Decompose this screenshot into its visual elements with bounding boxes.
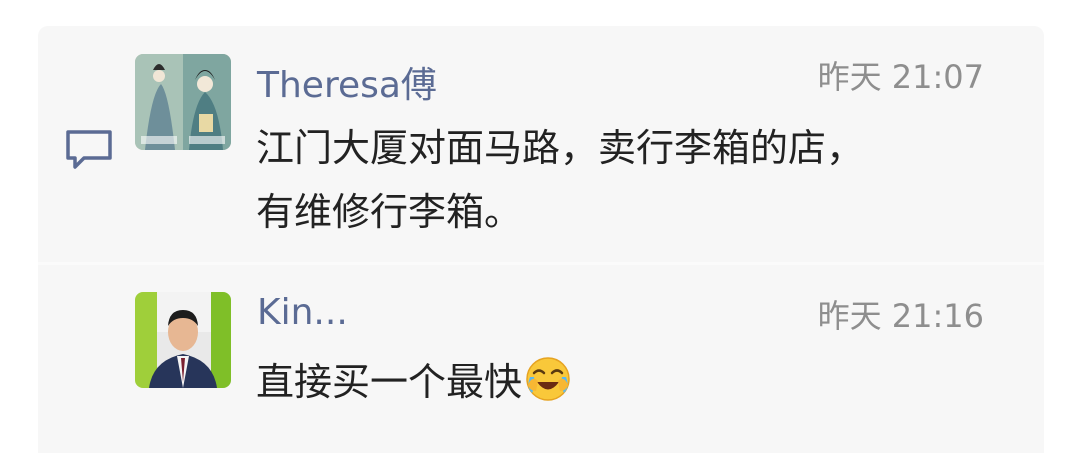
author-name[interactable]: Kin... xyxy=(257,292,348,333)
comment-icon[interactable] xyxy=(64,128,114,172)
message-text-line: 直接买一个最快 xyxy=(256,360,523,404)
message-item[interactable]: Theresa傅 昨天 21:07 江门大厦对面马路，卖行李箱的店， 有维修行李… xyxy=(38,26,1044,262)
message-time: 昨天 21:07 xyxy=(817,58,984,96)
message-time: 昨天 21:16 xyxy=(817,297,984,335)
crying-laughing-emoji-icon xyxy=(524,355,572,403)
author-name[interactable]: Theresa傅 xyxy=(257,56,437,108)
message-text-line: 有维修行李箱。 xyxy=(256,190,523,234)
message-text-line: 江门大厦对面马路，卖行李箱的店， xyxy=(256,126,865,170)
message-text: 江门大厦对面马路，卖行李箱的店， 有维修行李箱。 xyxy=(256,116,996,244)
avatar[interactable] xyxy=(135,54,231,150)
avatar[interactable] xyxy=(135,292,231,388)
message-text: 直接买一个最快 xyxy=(256,350,996,414)
message-item[interactable]: Kin... 昨天 21:16 直接买一个最快 xyxy=(38,265,1044,453)
